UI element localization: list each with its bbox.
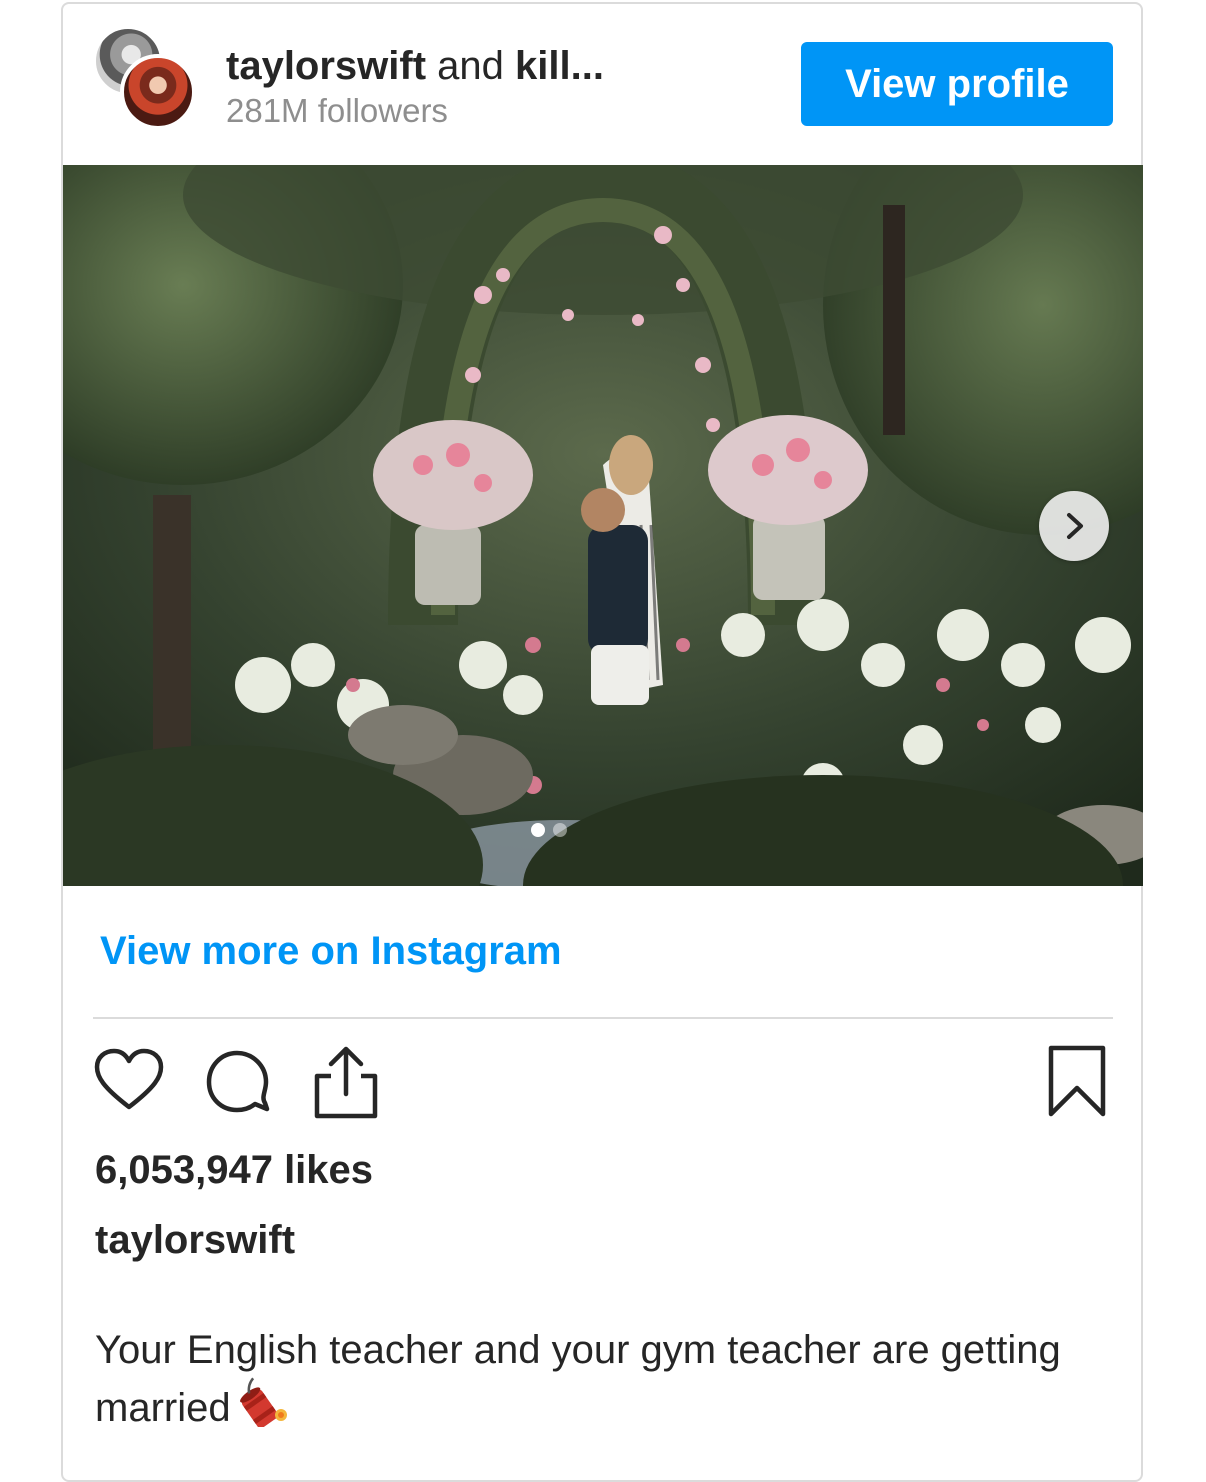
bookmark-icon	[1048, 1045, 1106, 1117]
comment-button[interactable]	[203, 1047, 273, 1122]
carousel-next-button[interactable]	[1039, 491, 1109, 561]
save-button[interactable]	[1045, 1044, 1109, 1125]
carousel-indicator	[531, 823, 567, 837]
comment-icon	[206, 1050, 270, 1113]
carousel-dot	[553, 823, 567, 837]
follower-count: 281M followers	[226, 92, 448, 129]
chevron-right-icon	[1067, 513, 1083, 539]
heart-icon	[94, 1048, 164, 1110]
like-button[interactable]	[93, 1047, 165, 1118]
share-button[interactable]	[311, 1044, 381, 1125]
instagram-embed-card: taylorswift and kill... 281M followers V…	[61, 2, 1143, 1482]
avatar-group[interactable]	[93, 26, 203, 136]
account-secondary-name[interactable]: kill...	[515, 44, 604, 88]
like-count[interactable]: 6,053,947 likes	[95, 1146, 373, 1194]
account-primary-name[interactable]: taylorswift	[226, 44, 426, 88]
view-profile-button[interactable]: View profile	[801, 42, 1113, 126]
caption-username[interactable]: taylorswift	[95, 1216, 295, 1264]
share-icon	[314, 1046, 378, 1119]
caption: Your English teacher and your gym teache…	[95, 1324, 1095, 1441]
account-joiner: and	[437, 44, 504, 88]
firecracker-emoji-icon	[237, 1377, 291, 1441]
carousel-dot-active	[531, 823, 545, 837]
post-image[interactable]	[63, 165, 1143, 886]
view-more-on-instagram-link[interactable]: View more on Instagram	[100, 926, 562, 976]
account-names[interactable]: taylorswift and kill...	[226, 42, 604, 90]
divider	[93, 1017, 1113, 1019]
post-header: taylorswift and kill... 281M followers V…	[63, 4, 1141, 166]
avatar-primary	[120, 54, 196, 130]
garden-proposal-photo	[63, 165, 1143, 886]
